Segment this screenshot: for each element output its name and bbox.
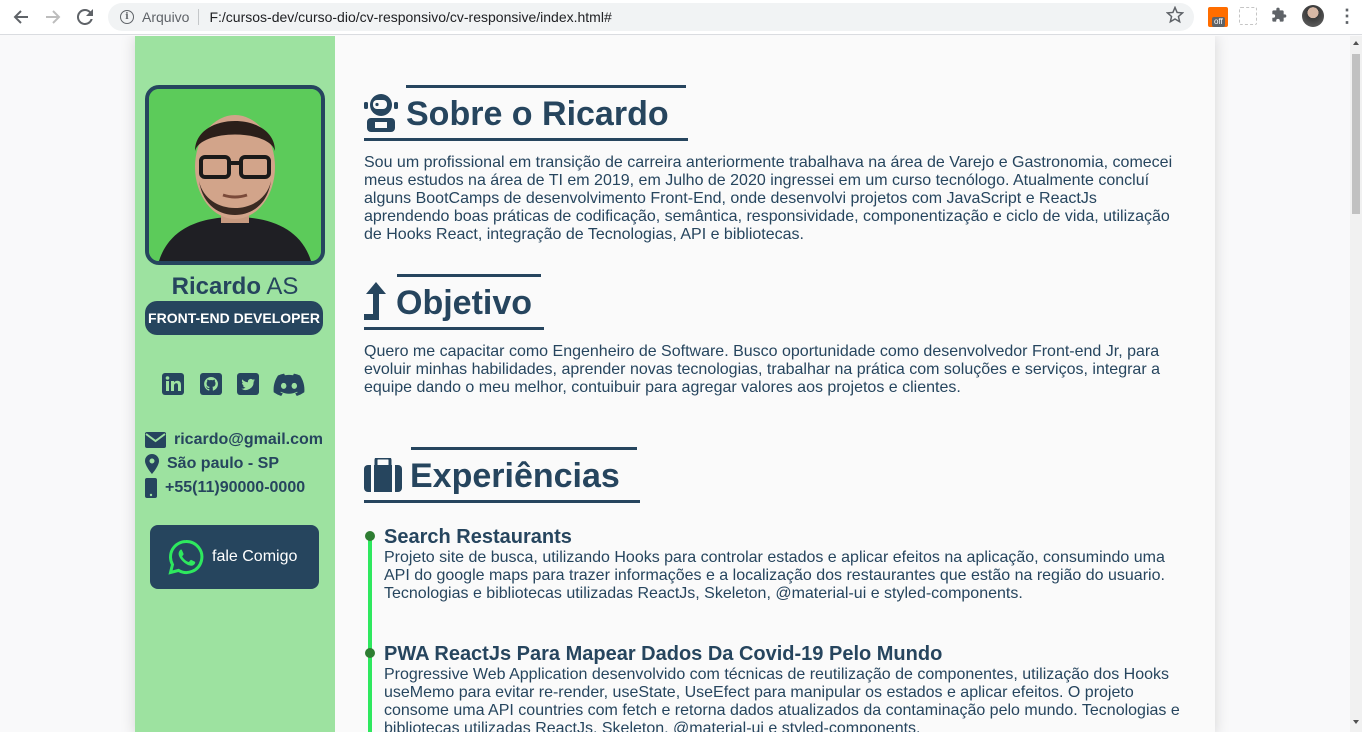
social-links <box>159 372 309 398</box>
user-astronaut-icon <box>364 94 398 132</box>
omnibox-divider <box>198 9 200 25</box>
timeline-dot <box>365 648 375 658</box>
contact-location-text: São paulo - SP <box>167 455 280 472</box>
map-marker-icon <box>145 454 159 474</box>
contact-phone[interactable]: +55(11)90000-0000 <box>145 476 335 500</box>
extensions-puzzle-icon[interactable] <box>1271 7 1291 27</box>
github-icon[interactable] <box>199 372 223 396</box>
experience-timeline <box>368 532 372 732</box>
reload-icon[interactable] <box>69 1 101 33</box>
briefcase-icon <box>364 458 402 492</box>
discord-icon[interactable] <box>273 372 305 396</box>
contact-list: ricardo@gmail.com São paulo - SP +55(11)… <box>145 428 335 500</box>
level-up-arrow-icon <box>364 282 386 320</box>
page-viewport: Ricardo AS FRONT-END DEVELOPER ricardo@g… <box>0 36 1350 732</box>
experience-item-desc: Progressive Web Application desenvolvido… <box>384 666 1180 732</box>
objective-heading: Objetivo <box>364 278 532 323</box>
about-title-bottom-border <box>364 138 688 141</box>
info-icon[interactable]: i <box>120 10 134 24</box>
scroll-down-arrow-icon[interactable] <box>1353 720 1359 724</box>
sidebar: Ricardo AS FRONT-END DEVELOPER ricardo@g… <box>135 36 335 732</box>
about-text: Sou um profissional em transição de carr… <box>364 154 1173 243</box>
scroll-up-arrow-icon[interactable] <box>1353 41 1359 45</box>
address-bar[interactable]: i Arquivo F:/cursos-dev/curso-dio/cv-res… <box>108 3 1194 31</box>
experience-title-top-border <box>411 447 637 450</box>
person-name: Ricardo AS <box>135 273 335 301</box>
scheme-label: Arquivo <box>142 9 190 25</box>
objective-title-top-border <box>397 274 541 277</box>
experience-item-desc: Projeto site de busca, utilizando Hooks … <box>384 549 1165 602</box>
contact-email[interactable]: ricardo@gmail.com <box>145 428 335 452</box>
menu-kebab-icon[interactable]: ⋮ <box>1338 6 1356 27</box>
bookmark-star-icon[interactable] <box>1165 5 1185 29</box>
objective-text: Quero me capacitar como Engenheiro de So… <box>364 343 1160 396</box>
forward-arrow-icon[interactable] <box>37 1 69 33</box>
twitter-icon[interactable] <box>236 372 260 396</box>
profile-avatar[interactable] <box>1302 5 1324 27</box>
page-scrollbar[interactable] <box>1350 36 1362 732</box>
role-badge: FRONT-END DEVELOPER <box>145 301 323 335</box>
experience-title: Experiências <box>410 457 620 495</box>
linkedin-icon[interactable] <box>161 372 185 396</box>
contact-email-text: ricardo@gmail.com <box>174 431 323 448</box>
about-title: Sobre o Ricardo <box>406 95 669 133</box>
objective-title-bottom-border <box>364 327 544 330</box>
profile-photo <box>145 85 325 265</box>
first-name: Ricardo <box>171 273 261 300</box>
scrollbar-thumb[interactable] <box>1352 54 1360 214</box>
envelope-icon <box>145 432 166 448</box>
objective-title: Objetivo <box>396 284 533 322</box>
extension-grid-icon[interactable] <box>1239 7 1257 25</box>
extension-off-icon[interactable]: off <box>1208 7 1228 27</box>
back-arrow-icon[interactable] <box>5 1 37 33</box>
resume-card: Ricardo AS FRONT-END DEVELOPER ricardo@g… <box>135 36 1215 732</box>
browser-toolbar: i Arquivo F:/cursos-dev/curso-dio/cv-res… <box>0 0 1362 35</box>
extension-badge: off <box>1212 17 1225 27</box>
mobile-phone-icon <box>145 478 157 498</box>
experience-title-bottom-border <box>364 500 640 503</box>
about-heading: Sobre o Ricardo <box>364 89 669 134</box>
about-title-top-border <box>406 85 686 88</box>
experience-item-title: Search Restaurants <box>384 526 572 548</box>
last-name: AS <box>266 273 299 300</box>
experience-item-title: PWA ReactJs Para Mapear Dados Da Covid-1… <box>384 643 943 665</box>
whatsapp-label: fale Comigo <box>212 548 298 565</box>
whatsapp-icon <box>168 539 204 575</box>
url-text[interactable]: F:/cursos-dev/curso-dio/cv-responsivo/cv… <box>209 9 611 25</box>
whatsapp-button[interactable]: fale Comigo <box>150 525 319 589</box>
experience-heading: Experiências <box>364 451 620 496</box>
contact-phone-text: +55(11)90000-0000 <box>165 479 306 496</box>
timeline-dot <box>365 531 375 541</box>
contact-location: São paulo - SP <box>145 452 335 476</box>
